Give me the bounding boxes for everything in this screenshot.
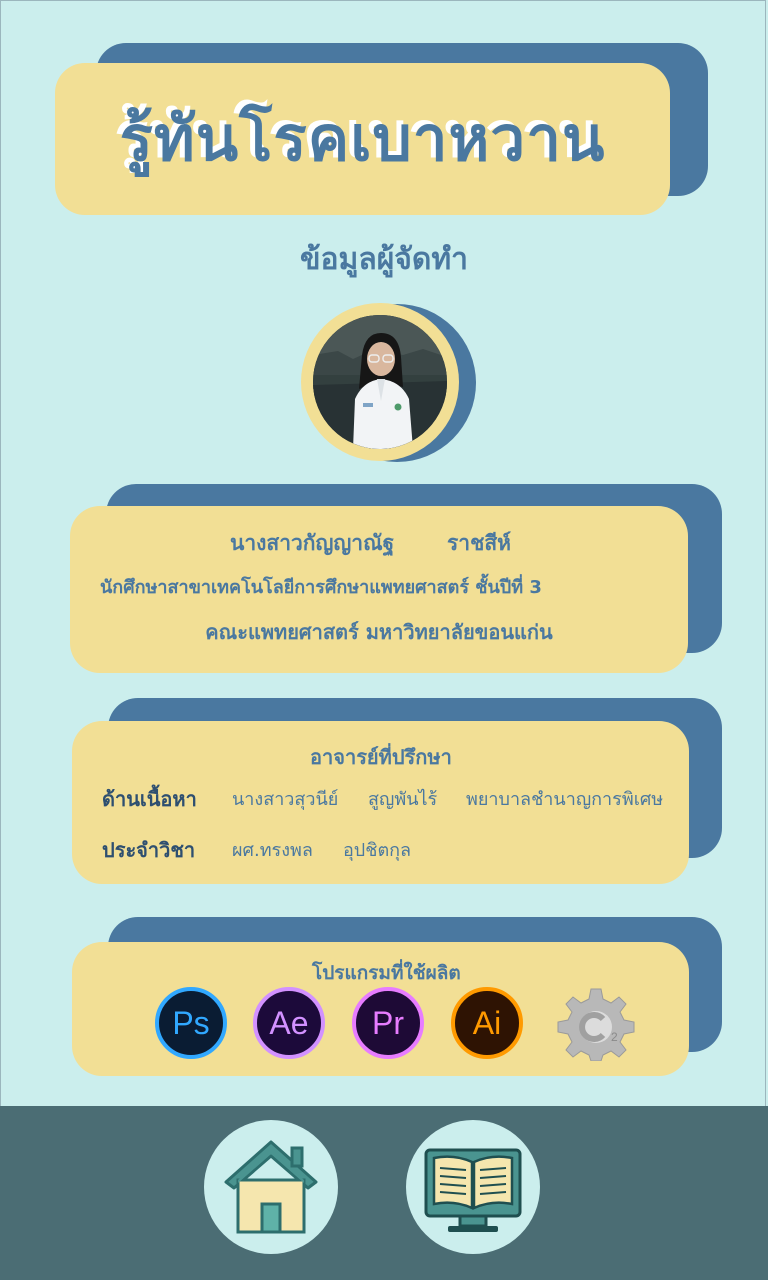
subject-advisor-surname: อุปชิตกุล xyxy=(343,840,412,861)
after-effects-icon: Ae xyxy=(253,987,325,1059)
subject-advisor-label: ประจำวิชา xyxy=(102,838,196,862)
subject-advisor-name: ผศ.ทรงพล xyxy=(232,840,313,861)
content-advisor-position: พยาบาลชำนาญการพิเศษ xyxy=(466,789,664,810)
content-advisor-surname: สูญพันไร้ xyxy=(368,789,438,810)
page-title: รู้ทันโรคเบาหวาน xyxy=(119,102,606,175)
construct2-icon: 2 xyxy=(555,985,635,1062)
svg-text:2: 2 xyxy=(611,1030,618,1044)
content-advisor-name: นางสาวสุวนีย์ xyxy=(232,789,339,810)
home-icon xyxy=(224,1140,318,1234)
home-button[interactable] xyxy=(204,1120,338,1254)
advisors-heading: อาจารย์ที่ปรึกษา xyxy=(310,745,452,769)
author-program: นักศึกษาสาขาเทคโนโลยีการศึกษาแพทยศาสตร์ … xyxy=(100,577,542,598)
premiere-icon: Pr xyxy=(352,987,424,1059)
avatar xyxy=(313,315,447,449)
content-advisor-label: ด้านเนื้อหา xyxy=(102,787,197,811)
author-faculty: คณะแพทยศาสตร์ มหาวิทยาลัยขอนแก่น xyxy=(205,620,553,644)
section-subtitle: ข้อมูลผู้จัดทำ xyxy=(300,242,468,277)
photoshop-icon: Ps xyxy=(155,987,227,1059)
illustrator-icon: Ai xyxy=(451,987,523,1059)
author-last-name: ราชสีห์ xyxy=(447,531,511,555)
person-photo-icon xyxy=(313,315,447,449)
author-first-name: นางสาวกัญญาณัฐ xyxy=(230,531,395,555)
ebook-button[interactable] xyxy=(406,1120,540,1254)
programs-heading: โปรแกรมที่ใช้ผลิต xyxy=(312,962,461,984)
bottom-nav-bar xyxy=(0,1106,768,1280)
ebook-icon xyxy=(424,1148,522,1232)
